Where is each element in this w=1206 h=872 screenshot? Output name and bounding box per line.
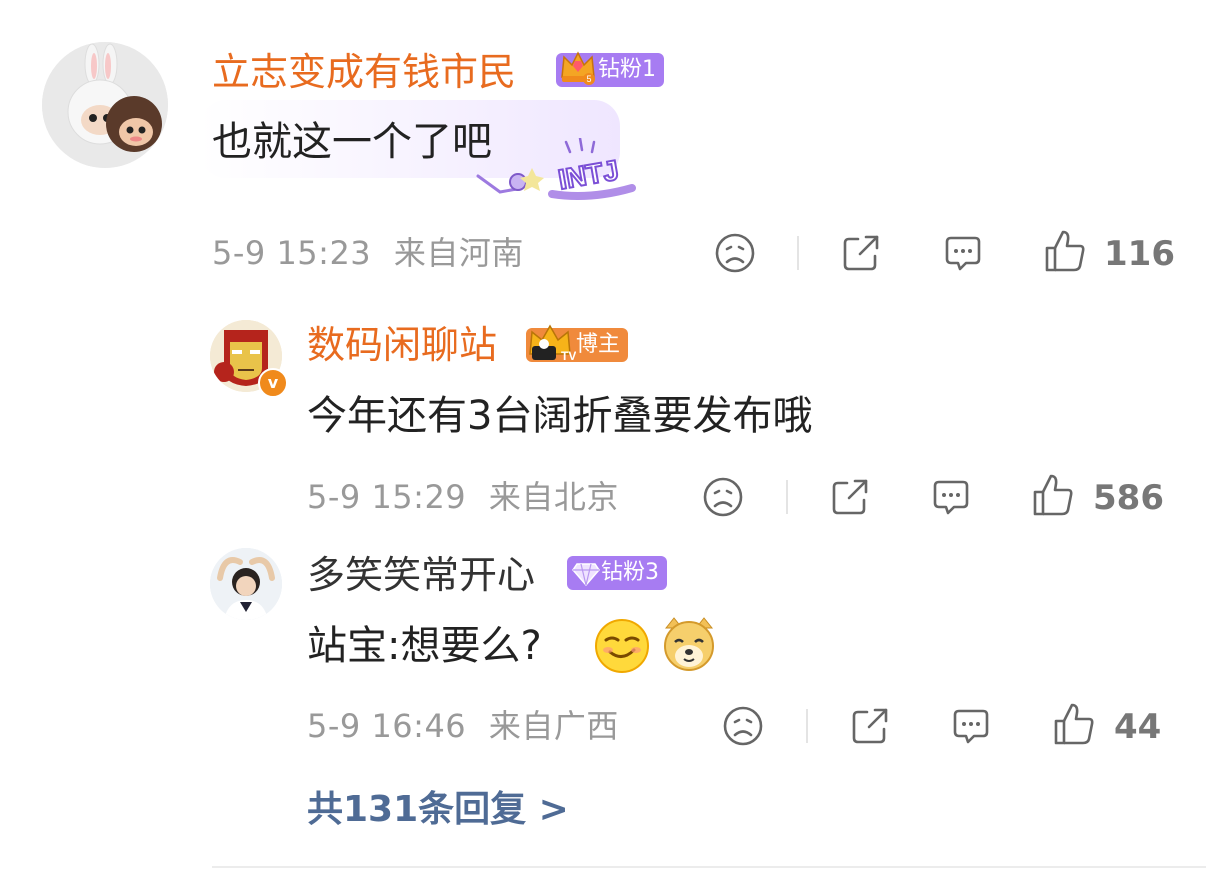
- verified-badge-icon: v: [258, 368, 288, 398]
- like-button[interactable]: [1031, 472, 1075, 522]
- plush-toys-avatar-image: [42, 42, 168, 168]
- thumbs-up-icon: [1054, 703, 1094, 745]
- comment-location: 来自河南: [393, 234, 524, 272]
- like-count: 116: [1104, 234, 1175, 274]
- svg-text:5: 5: [586, 74, 591, 84]
- like-button[interactable]: [1052, 701, 1096, 751]
- share-icon: [852, 708, 888, 744]
- fan-badge[interactable]: 钻粉3: [567, 556, 667, 590]
- comment-timestamp: 5-9 15:23: [212, 234, 372, 272]
- commenter-username[interactable]: 立志变成有钱市民: [212, 53, 516, 91]
- sad-face-icon: [703, 477, 743, 517]
- dislike-button[interactable]: [702, 476, 744, 522]
- reply-avatar[interactable]: [210, 548, 282, 620]
- like-count: 586: [1093, 478, 1164, 518]
- dislike-button[interactable]: [722, 705, 764, 751]
- sad-face-icon: [715, 233, 755, 273]
- comment-bubble-icon: [953, 709, 989, 744]
- comment-text: 也就这一个了吧: [212, 119, 492, 165]
- reply-location: 来自北京: [488, 478, 619, 516]
- share-button[interactable]: [849, 705, 891, 751]
- diamond-icon: [571, 558, 601, 599]
- crown-tv-icon: TV: [526, 320, 576, 375]
- share-icon: [832, 479, 868, 515]
- view-more-replies-link[interactable]: 共131条回复 >: [307, 792, 569, 828]
- action-divider: [786, 480, 788, 514]
- smirk-emoji-icon: [594, 618, 650, 678]
- blogger-badge-label: 博主: [576, 332, 621, 357]
- thumbs-up-icon: [1033, 474, 1073, 516]
- reply-username[interactable]: 多笑笑常开心: [307, 556, 535, 594]
- commenter-avatar[interactable]: [42, 42, 168, 168]
- reply-time: 5-9 16:46 来自广西: [307, 710, 619, 742]
- reply-text: 站宝:想要么?: [307, 623, 542, 669]
- like-button[interactable]: [1043, 228, 1087, 278]
- reply-text: 今年还有3台阔折叠要发布哦: [307, 393, 813, 439]
- comment-bubble-icon: [945, 236, 981, 271]
- fan-badge[interactable]: 5 钻粉1: [556, 51, 664, 87]
- blogger-badge[interactable]: TV 博主: [526, 324, 629, 363]
- reply-button[interactable]: [950, 705, 992, 751]
- sad-face-icon: [723, 706, 763, 746]
- fan-badge-label: 钻粉1: [598, 57, 656, 82]
- share-button[interactable]: [840, 232, 882, 278]
- intj-sticker: INTJ: [470, 136, 640, 200]
- reply-time: 5-9 15:29 来自北京: [307, 481, 619, 513]
- reply-username[interactable]: 数码闲聊站: [307, 326, 497, 364]
- action-divider: [797, 236, 799, 270]
- comment-bubble-icon: [933, 480, 969, 515]
- dislike-button[interactable]: [714, 232, 756, 278]
- share-icon: [843, 235, 879, 271]
- action-divider: [806, 709, 808, 743]
- thumbs-up-icon: [1045, 230, 1085, 272]
- girl-avatar-image: [210, 548, 282, 620]
- reply-location: 来自广西: [488, 707, 619, 745]
- reply-button[interactable]: [930, 476, 972, 522]
- like-count: 44: [1114, 707, 1162, 747]
- share-button[interactable]: [829, 476, 871, 522]
- reply-timestamp: 5-9 16:46: [307, 707, 467, 745]
- bottom-divider: [212, 866, 1206, 868]
- crown-icon: 5: [558, 47, 598, 98]
- fan-badge-label: 钻粉3: [601, 560, 659, 585]
- comment-time: 5-9 15:23 来自河南: [212, 237, 524, 269]
- svg-text:TV: TV: [561, 349, 576, 363]
- reply-timestamp: 5-9 15:29: [307, 478, 467, 516]
- doge-emoji-icon: [660, 614, 718, 676]
- reply-button[interactable]: [942, 232, 984, 278]
